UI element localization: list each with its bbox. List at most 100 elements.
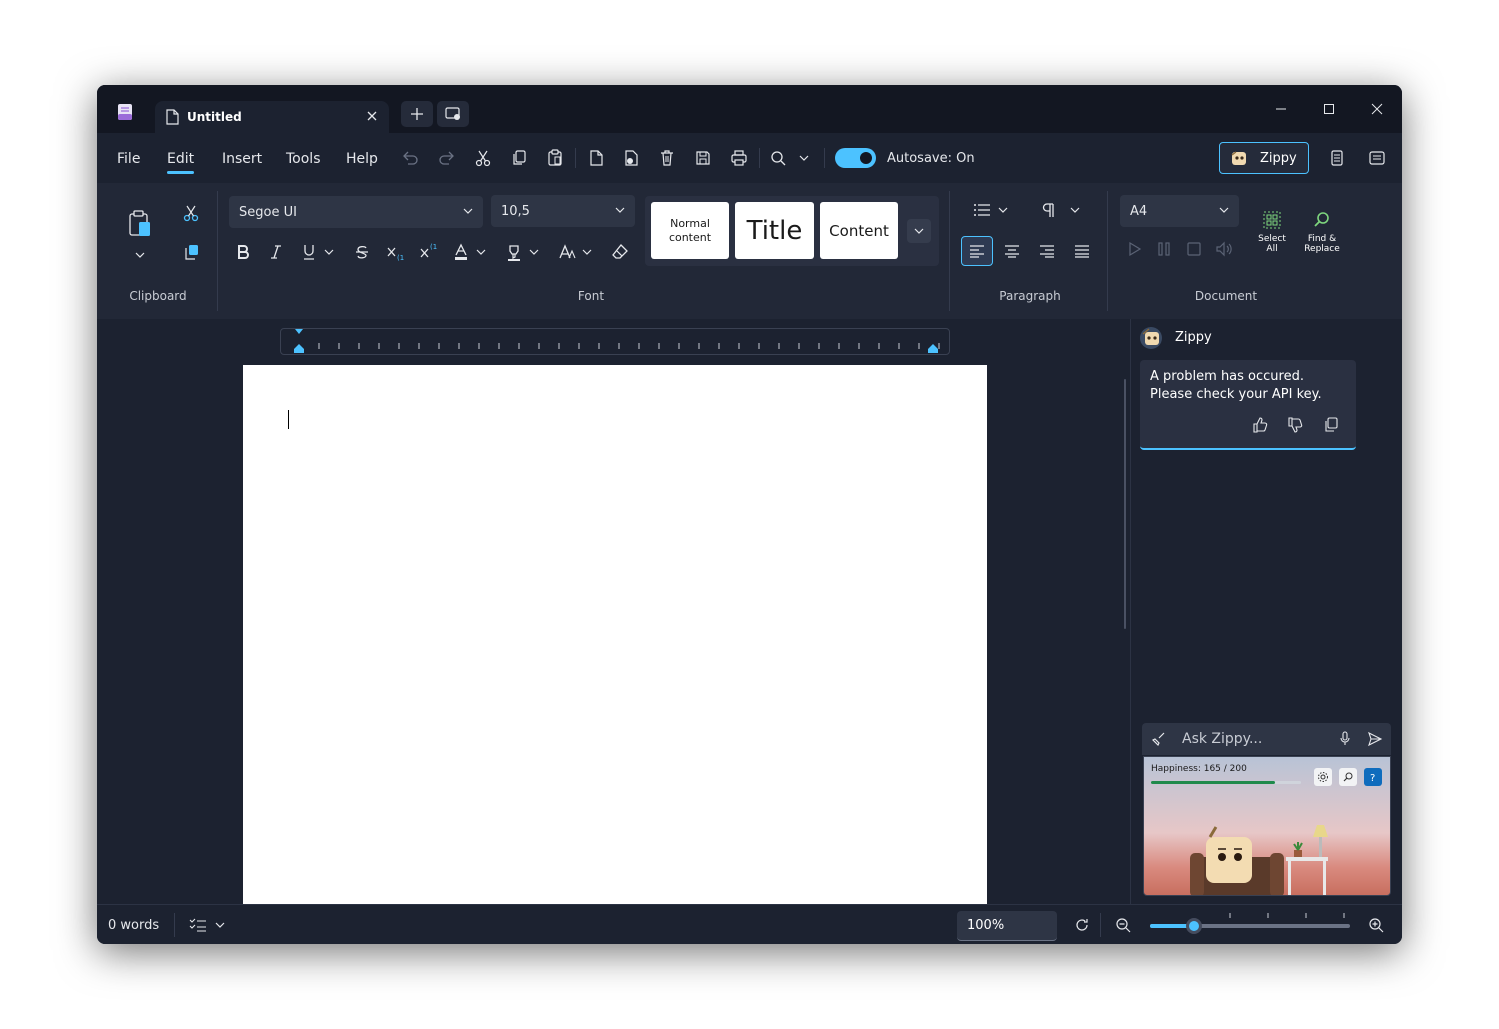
- document-page[interactable]: [243, 365, 987, 904]
- copy-message-icon[interactable]: [1323, 417, 1339, 433]
- minimize-button[interactable]: [1269, 97, 1293, 121]
- zoom-input[interactable]: 100%: [957, 911, 1057, 941]
- microphone-icon[interactable]: [1339, 731, 1351, 747]
- paste-large-icon[interactable]: [127, 210, 153, 238]
- cut-ribbon-icon[interactable]: [180, 202, 202, 224]
- refresh-icon[interactable]: [1074, 917, 1090, 933]
- ruler[interactable]: [280, 328, 950, 355]
- style-title-label: Title: [746, 215, 803, 246]
- paragraph-mark-icon[interactable]: [1037, 199, 1059, 221]
- bold-icon[interactable]: [232, 241, 254, 263]
- tab-overview-button[interactable]: [437, 101, 469, 127]
- autosave-toggle[interactable]: [835, 148, 876, 168]
- italic-icon[interactable]: [265, 241, 287, 263]
- zoom-slider[interactable]: [1150, 913, 1350, 934]
- menu-help[interactable]: Help: [346, 151, 378, 167]
- style-title[interactable]: Title: [735, 202, 814, 259]
- menu-separator: [759, 148, 760, 168]
- page-size-value: A4: [1130, 203, 1148, 219]
- maximize-icon: [1323, 103, 1335, 115]
- undo-icon[interactable]: [400, 148, 420, 168]
- redo-icon[interactable]: [437, 148, 457, 168]
- paste-icon[interactable]: [545, 148, 565, 168]
- notes-icon[interactable]: [1327, 148, 1347, 168]
- zippy-button[interactable]: Zippy: [1219, 142, 1309, 174]
- font-color-chevron-icon[interactable]: [475, 241, 487, 263]
- paragraph-group-label: Paragraph: [999, 289, 1061, 303]
- checklist-icon[interactable]: [189, 917, 207, 933]
- style-normal-content[interactable]: Normal content: [651, 202, 729, 259]
- search-icon[interactable]: [768, 148, 788, 168]
- broom-icon[interactable]: [1152, 732, 1166, 746]
- speaker-icon[interactable]: [1213, 238, 1235, 260]
- chevron-down-icon[interactable]: [794, 148, 814, 168]
- new-document-icon[interactable]: [586, 148, 606, 168]
- paragraph-chevron-icon[interactable]: [1069, 199, 1081, 221]
- font-family-dropdown[interactable]: Segoe UI: [229, 196, 483, 228]
- select-all-icon[interactable]: [1261, 209, 1283, 231]
- cut-icon[interactable]: [473, 148, 493, 168]
- close-tab-icon[interactable]: [365, 109, 379, 123]
- delete-icon[interactable]: [657, 148, 677, 168]
- font-color-icon[interactable]: [450, 241, 472, 263]
- zippy-avatar-icon: [1139, 326, 1165, 350]
- font-size-change-icon[interactable]: [556, 241, 578, 263]
- copy-ribbon-icon[interactable]: [180, 241, 202, 263]
- style-content-label: Content: [829, 221, 889, 240]
- menu-file[interactable]: File: [117, 151, 140, 167]
- underline-icon[interactable]: [298, 241, 320, 263]
- page-size-dropdown[interactable]: A4: [1120, 195, 1239, 227]
- menu-edit[interactable]: Edit: [167, 151, 195, 174]
- align-left-icon[interactable]: [961, 236, 993, 266]
- print-icon[interactable]: [729, 148, 749, 168]
- highlight-chevron-icon[interactable]: [528, 241, 540, 263]
- stop-icon[interactable]: [1183, 238, 1205, 260]
- workspace-scrollbar[interactable]: [1124, 379, 1126, 629]
- menu-tools[interactable]: Tools: [286, 151, 321, 167]
- checklist-chevron-icon[interactable]: [215, 920, 225, 930]
- find-replace-label[interactable]: Find & Replace: [1299, 234, 1345, 254]
- zoom-out-icon[interactable]: [1115, 917, 1131, 933]
- menu-separator: [824, 148, 825, 168]
- ask-zippy-input[interactable]: Ask Zippy...: [1142, 723, 1391, 755]
- font-group-label: Font: [577, 289, 605, 303]
- align-center-icon[interactable]: [1001, 240, 1023, 262]
- menu-bar: File Edit Insert Tools Help Autosave: On…: [97, 133, 1402, 183]
- zoom-in-icon[interactable]: [1368, 917, 1384, 933]
- list-chevron-icon[interactable]: [997, 199, 1009, 221]
- thumbs-up-icon[interactable]: [1252, 417, 1268, 433]
- close-window-button[interactable]: [1365, 97, 1389, 121]
- panel-toggle-icon[interactable]: [1367, 148, 1387, 168]
- styles-expand-button[interactable]: [907, 219, 931, 243]
- open-document-icon[interactable]: [621, 148, 641, 168]
- new-tab-button[interactable]: [401, 101, 433, 127]
- title-bar: Untitled: [97, 85, 1402, 133]
- maximize-button[interactable]: [1317, 97, 1341, 121]
- play-icon[interactable]: [1123, 238, 1145, 260]
- superscript-icon[interactable]: (1): [417, 241, 439, 263]
- subscript-icon[interactable]: (1): [384, 241, 406, 263]
- autosave-label: Autosave: On: [887, 151, 975, 166]
- select-all-label[interactable]: Select All: [1252, 234, 1292, 254]
- save-icon[interactable]: [693, 148, 713, 168]
- thumbs-down-icon[interactable]: [1287, 417, 1303, 433]
- highlight-icon[interactable]: [503, 241, 525, 263]
- find-replace-icon[interactable]: [1311, 209, 1333, 231]
- underline-options-chevron-icon[interactable]: [323, 241, 335, 263]
- copy-icon[interactable]: [509, 148, 529, 168]
- pause-icon[interactable]: [1153, 238, 1175, 260]
- clear-formatting-icon[interactable]: [609, 241, 631, 263]
- status-separator: [174, 913, 175, 937]
- zoom-slider-thumb[interactable]: [1186, 918, 1202, 934]
- font-size-dropdown[interactable]: 10,5: [491, 195, 635, 227]
- strikethrough-icon[interactable]: [351, 241, 373, 263]
- document-tab[interactable]: Untitled: [155, 101, 389, 133]
- justify-icon[interactable]: [1071, 240, 1093, 262]
- style-content[interactable]: Content: [820, 202, 898, 259]
- menu-insert[interactable]: Insert: [222, 151, 262, 167]
- font-size-change-chevron-icon[interactable]: [581, 241, 593, 263]
- send-icon[interactable]: [1367, 731, 1383, 747]
- list-icon[interactable]: [971, 199, 993, 221]
- paste-options-chevron-icon[interactable]: [129, 244, 151, 266]
- align-right-icon[interactable]: [1036, 240, 1058, 262]
